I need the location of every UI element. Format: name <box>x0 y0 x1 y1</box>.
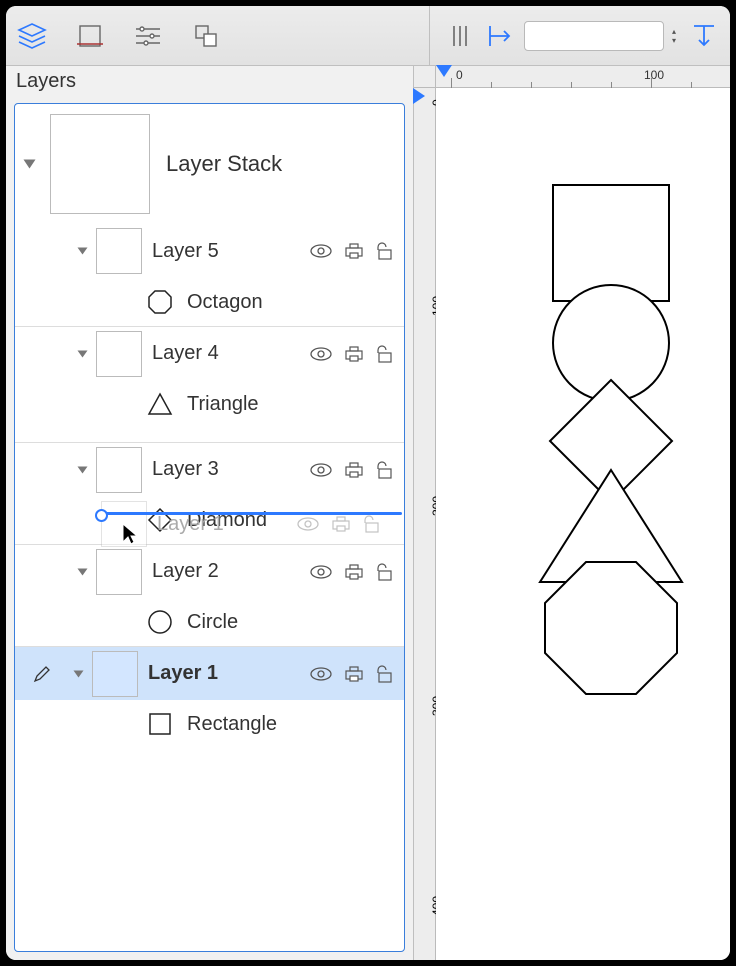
print-icon[interactable] <box>344 665 364 683</box>
layer-name: Layer 3 <box>152 458 300 481</box>
layer-row-5[interactable]: Layer 5 <box>15 224 404 278</box>
layer-name: Layer 4 <box>152 342 300 365</box>
rectangle-icon <box>145 709 175 739</box>
object-row-rectangle[interactable]: Rectangle <box>15 700 404 748</box>
columns-icon[interactable] <box>444 20 476 52</box>
panel-title: Layers <box>6 66 413 99</box>
layer-stack-row[interactable]: Layer Stack <box>15 104 404 224</box>
triangle-icon <box>145 389 175 419</box>
drop-indicator <box>101 512 402 515</box>
stepper[interactable]: ▴▾ <box>668 28 680 44</box>
visibility-eye-icon[interactable] <box>310 347 334 361</box>
unlock-icon[interactable] <box>374 461 396 479</box>
ruler-tick-label: 0 <box>456 68 463 82</box>
visibility-eye-icon[interactable] <box>310 667 334 681</box>
unlock-icon[interactable] <box>374 665 396 683</box>
layers-toolbar-icon[interactable] <box>16 20 48 52</box>
app-window: { "panel_title": "Layers", "toolbar": { … <box>6 6 730 960</box>
canvas[interactable] <box>436 88 730 960</box>
layer-thumbnail <box>96 331 142 377</box>
layers-panel: Layers Layer Stack Layer 5 <box>6 66 414 960</box>
settings-sliders-icon[interactable] <box>132 20 164 52</box>
tab-stop-left-icon[interactable] <box>484 20 516 52</box>
print-icon[interactable] <box>344 345 364 363</box>
object-row-octagon[interactable]: Octagon <box>15 278 404 326</box>
object-name: Rectangle <box>187 713 277 736</box>
layer-name: Layer 1 <box>148 662 300 685</box>
position-input[interactable] <box>524 21 664 51</box>
disclosure-triangle-icon[interactable] <box>78 466 88 473</box>
unlock-icon[interactable] <box>374 345 396 363</box>
circle-icon <box>145 607 175 637</box>
diamond-icon <box>145 505 175 535</box>
stepper-down-icon[interactable]: ▾ <box>668 37 680 44</box>
layer-thumbnail <box>92 651 138 697</box>
layer-row-1[interactable]: Layer 1 <box>15 646 404 700</box>
layer-tree[interactable]: Layer Stack Layer 5 Octagon <box>14 103 405 952</box>
disclosure-triangle-icon[interactable] <box>78 248 88 255</box>
ruler-tick-label: 100 <box>644 68 664 82</box>
layer-row-3[interactable]: Layer 3 <box>15 442 404 496</box>
stack-title: Layer Stack <box>166 151 282 177</box>
edit-pencil-icon[interactable] <box>33 665 55 683</box>
disclosure-triangle-icon[interactable] <box>78 350 88 357</box>
canvas-panel: 0 100 0 100 200 300 400 <box>414 66 730 960</box>
ruler-marker-icon[interactable] <box>413 88 425 104</box>
unlock-icon[interactable] <box>374 242 396 260</box>
canvas-octagon[interactable] <box>541 558 681 698</box>
layer-row-2[interactable]: Layer 2 <box>15 544 404 598</box>
stack-thumbnail <box>50 114 150 214</box>
ruler-horizontal[interactable]: 0 100 <box>436 66 730 88</box>
layer-name: Layer 2 <box>152 560 300 583</box>
object-name: Octagon <box>187 291 263 314</box>
unlock-icon[interactable] <box>374 563 396 581</box>
top-toolbar: ▴▾ <box>6 6 730 66</box>
disclosure-triangle-icon[interactable] <box>74 670 84 677</box>
octagon-icon <box>145 287 175 317</box>
object-name: Circle <box>187 611 238 634</box>
object-row-triangle[interactable]: Triangle <box>15 380 404 428</box>
objects-toolbar-icon[interactable] <box>190 20 222 52</box>
object-name: Triangle <box>187 393 259 416</box>
layer-thumbnail <box>96 228 142 274</box>
object-row-diamond[interactable]: Diamond <box>15 496 404 544</box>
visibility-eye-icon[interactable] <box>310 244 334 258</box>
disclosure-triangle-icon[interactable] <box>78 568 88 575</box>
layer-thumbnail <box>96 447 142 493</box>
print-icon[interactable] <box>344 242 364 260</box>
visibility-eye-icon[interactable] <box>310 565 334 579</box>
artboard-toolbar-icon[interactable] <box>74 20 106 52</box>
ruler-vertical[interactable]: 0 100 200 300 400 <box>414 88 436 960</box>
print-icon[interactable] <box>344 563 364 581</box>
object-row-circle[interactable]: Circle <box>15 598 404 646</box>
tab-stop-down-icon[interactable] <box>688 20 720 52</box>
ruler-marker-icon[interactable] <box>436 65 452 77</box>
layer-name: Layer 5 <box>152 240 300 263</box>
visibility-eye-icon[interactable] <box>310 463 334 477</box>
cursor-pointer-icon <box>121 522 139 546</box>
print-icon[interactable] <box>344 461 364 479</box>
ruler-corner <box>414 66 436 88</box>
disclosure-triangle-icon[interactable] <box>24 160 36 169</box>
stepper-up-icon[interactable]: ▴ <box>668 28 680 35</box>
layer-thumbnail <box>96 549 142 595</box>
layer-row-4[interactable]: Layer 4 <box>15 326 404 380</box>
